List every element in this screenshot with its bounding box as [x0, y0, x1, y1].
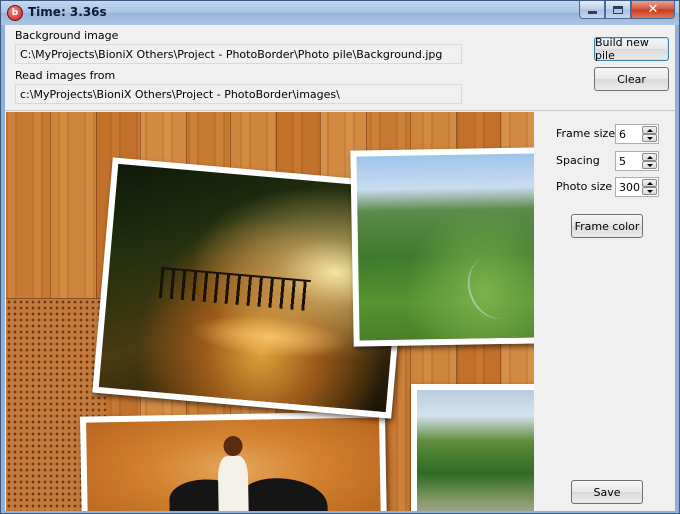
photo-pile-canvas[interactable]	[6, 112, 534, 511]
stepper-arrows	[642, 179, 657, 195]
arrow-up-icon	[646, 181, 653, 185]
photo-valley[interactable]	[350, 147, 534, 347]
app-logo-icon[interactable]: b	[7, 5, 23, 21]
frame-size-value[interactable]: 6	[619, 128, 626, 141]
spacing-label: Spacing	[556, 154, 600, 167]
title-bar[interactable]: b Time: 3.36s ✕	[1, 1, 679, 25]
arrow-up-icon	[646, 128, 653, 132]
path-settings-panel: Background image C:\MyProjects\BioniX Ot…	[5, 25, 675, 111]
spacing-value[interactable]: 5	[619, 155, 626, 168]
photo-size-stepper[interactable]: 300	[615, 177, 659, 197]
frame-color-button[interactable]: Frame color	[571, 214, 643, 238]
photo-size-label: Photo size	[556, 180, 613, 193]
close-icon: ✕	[647, 2, 659, 17]
decrement-button[interactable]	[642, 161, 657, 169]
dancer-figure	[209, 436, 257, 511]
sunlit-path	[188, 309, 351, 364]
spacing-stepper[interactable]: 5	[615, 151, 659, 171]
window-title: Time: 3.36s	[28, 5, 107, 19]
wooden-fence	[158, 266, 311, 311]
stepper-arrows	[642, 126, 657, 142]
minimize-button[interactable]	[579, 1, 605, 19]
park-photo-image	[417, 390, 534, 511]
caption-buttons: ✕	[579, 1, 675, 19]
client-area: Background image C:\MyProjects\BioniX Ot…	[5, 25, 675, 511]
dancer-dress	[218, 456, 250, 511]
valley-photo-image	[356, 153, 534, 341]
pile-settings-panel: Frame size 6 Spacing 5 Photo size 300 Fr…	[535, 112, 675, 511]
close-button[interactable]: ✕	[631, 1, 675, 19]
images-folder-field[interactable]: c:\MyProjects\BioniX Others\Project - Ph…	[15, 84, 462, 104]
photo-size-value[interactable]: 300	[619, 181, 640, 194]
stepper-arrows	[642, 153, 657, 169]
background-image-field[interactable]: C:\MyProjects\BioniX Others\Project - Ph…	[15, 44, 462, 64]
decrement-button[interactable]	[642, 134, 657, 142]
arrow-down-icon	[646, 136, 653, 140]
minimize-icon	[587, 11, 597, 14]
increment-button[interactable]	[642, 126, 657, 134]
photo-park[interactable]	[411, 384, 534, 511]
arrow-up-icon	[646, 155, 653, 159]
frame-size-stepper[interactable]: 6	[615, 124, 659, 144]
photo-dancer[interactable]	[79, 411, 388, 511]
clear-button[interactable]: Clear	[594, 67, 669, 91]
background-image-label: Background image	[15, 29, 119, 42]
decrement-button[interactable]	[642, 187, 657, 195]
increment-button[interactable]	[642, 179, 657, 187]
read-images-label: Read images from	[15, 69, 116, 82]
dancer-photo-image	[86, 417, 381, 511]
frame-size-label: Frame size	[556, 127, 616, 140]
build-new-pile-button[interactable]: Build new pile	[594, 36, 669, 62]
maximize-button[interactable]	[605, 1, 631, 19]
increment-button[interactable]	[642, 153, 657, 161]
save-button[interactable]: Save	[571, 480, 643, 504]
app-window: b Time: 3.36s ✕ Background image C:\MyPr…	[0, 0, 680, 514]
arrow-down-icon	[646, 163, 653, 167]
dancer-head	[223, 436, 243, 457]
arrow-down-icon	[646, 189, 653, 193]
valley-river	[459, 247, 533, 328]
maximize-icon	[613, 5, 623, 14]
